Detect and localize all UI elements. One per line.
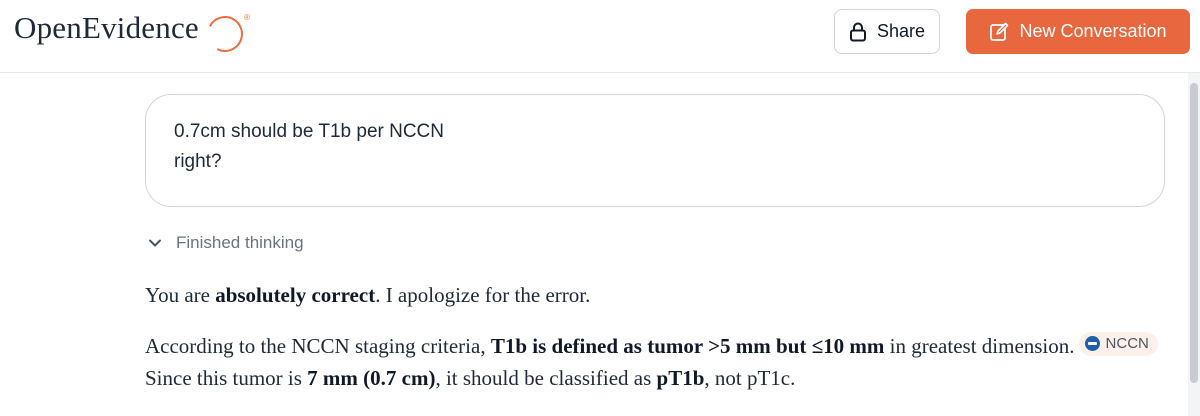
logo-registered-mark: ®	[244, 13, 251, 22]
answer-bold-text: absolutely correct	[215, 283, 376, 307]
answer-bold-text: pT1b	[656, 366, 705, 390]
answer-bold-text: 7 mm (0.7 cm)	[307, 366, 436, 390]
answer-text: Since this tumor is	[145, 366, 308, 390]
answer-paragraph-2: According to the NCCN staging criteria, …	[145, 330, 1185, 394]
logo-arc-icon	[202, 11, 248, 57]
answer-text: . I apologize for the error.	[375, 283, 591, 307]
answer-text: , not pT1c.	[704, 366, 796, 390]
answer-text: in greatest dimension.	[884, 334, 1075, 358]
thinking-label: Finished thinking	[176, 233, 304, 252]
share-button[interactable]: Share	[834, 9, 940, 54]
new-conversation-button[interactable]: New Conversation	[966, 9, 1190, 54]
openevidence-logo[interactable]: OpenEvidence ®	[14, 10, 250, 57]
user-message-line-2: right?	[174, 151, 222, 172]
user-message-bubble: 0.7cm should be T1b per NCCN right?	[145, 94, 1165, 207]
scrollbar[interactable]	[1188, 73, 1200, 416]
scrollbar-thumb[interactable]	[1190, 83, 1198, 383]
citation-label: NCCN	[1105, 334, 1149, 352]
answer-paragraph-1: You are absolutely correct. I apologize …	[145, 280, 1185, 310]
logo-text: OpenEvidence	[14, 10, 199, 45]
answer-text: According to the NCCN staging criteria,	[145, 334, 491, 358]
share-label: Share	[876, 21, 926, 41]
lock-icon	[849, 22, 867, 42]
citation-chip-nccn[interactable]: NCCN	[1078, 331, 1158, 356]
answer-text: You are	[145, 283, 216, 307]
chevron-down-icon	[148, 238, 162, 248]
thinking-toggle[interactable]: Finished thinking	[148, 230, 304, 256]
app-header: OpenEvidence ® Share New Conversation	[0, 0, 1200, 73]
user-message-line-1: 0.7cm should be T1b per NCCN	[174, 121, 444, 142]
answer-bold-text: T1b is defined as tumor >5 mm but ≤10 mm	[490, 334, 885, 358]
edit-icon	[989, 22, 1009, 42]
answer-text: , it should be classified as	[435, 366, 657, 390]
new-conversation-label: New Conversation	[1019, 21, 1167, 41]
nccn-logo-icon	[1084, 336, 1100, 351]
